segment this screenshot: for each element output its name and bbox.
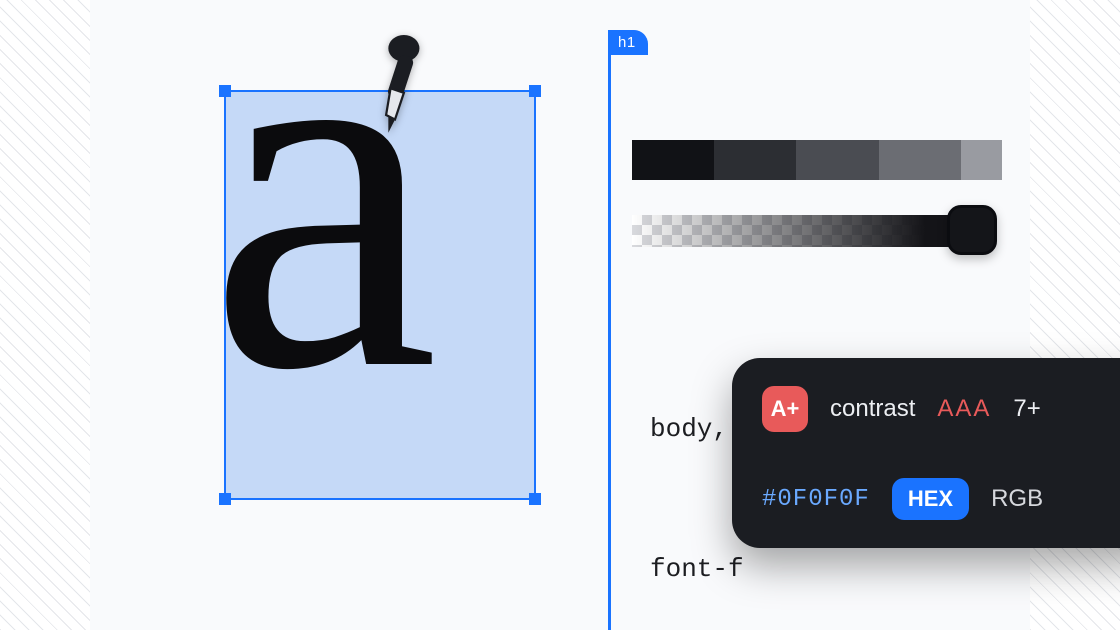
resize-handle-bottom-left[interactable] (219, 493, 231, 505)
hex-value[interactable]: #0F0F0F (762, 486, 870, 513)
contrast-grade: AAA (937, 395, 991, 423)
resize-handle-top-right[interactable] (529, 85, 541, 97)
swatch-1[interactable] (632, 140, 714, 180)
swatch-2[interactable] (714, 140, 796, 180)
eyedropper-tool-icon[interactable] (355, 35, 435, 135)
contrast-ratio: 7+ (1013, 395, 1040, 423)
decorative-stripes-left (0, 0, 90, 630)
code-line-2: font-f (650, 546, 1009, 593)
resize-handle-bottom-right[interactable] (529, 493, 541, 505)
popover-row-color: #0F0F0F HEX RGB (762, 478, 1120, 520)
color-palette (632, 140, 1002, 180)
contrast-badge-icon: A+ (762, 386, 808, 432)
swatch-3[interactable] (796, 140, 878, 180)
rgb-format-button[interactable]: RGB (991, 485, 1043, 513)
swatch-4[interactable] (879, 140, 961, 180)
contrast-label: contrast (830, 395, 915, 423)
swatch-5[interactable] (961, 140, 1002, 180)
ruler-tag-h1[interactable]: h1 (608, 30, 648, 55)
color-info-popover: A+ contrast AAA 7+ #0F0F0F HEX RGB (732, 358, 1120, 548)
canvas-area: h1 a body, h1, h2, h3, h4, { font-f Aria… (90, 0, 1030, 630)
hex-format-button[interactable]: HEX (892, 478, 969, 520)
vertical-ruler (608, 30, 611, 630)
opacity-slider-track[interactable] (632, 215, 977, 247)
opacity-slider-thumb[interactable] (947, 205, 997, 255)
popover-row-contrast: A+ contrast AAA 7+ (762, 386, 1120, 432)
